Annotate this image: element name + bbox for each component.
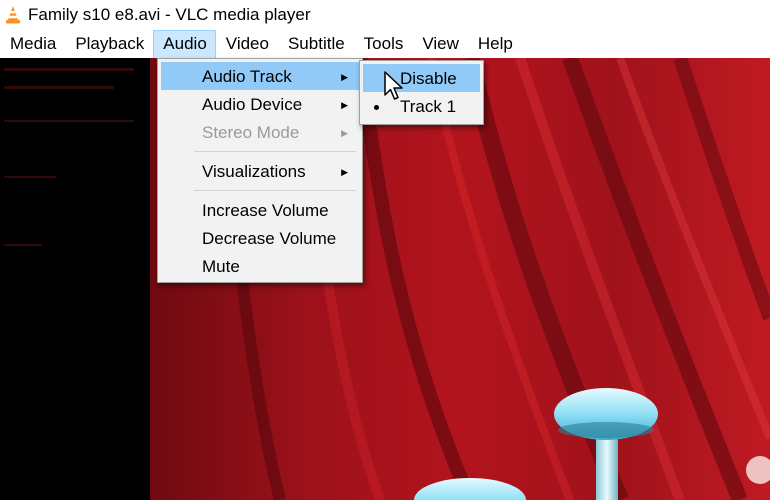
menu-item-mute[interactable]: Mute xyxy=(161,252,359,280)
vlc-cone-icon xyxy=(6,6,20,24)
menu-subtitle[interactable]: Subtitle xyxy=(278,30,354,59)
menu-item-label: Mute xyxy=(202,257,240,276)
menu-item-increase-volume[interactable]: Increase Volume xyxy=(161,196,359,224)
menu-item-label: Disable xyxy=(400,69,457,88)
window-title: Family s10 e8.avi - VLC media player xyxy=(28,5,311,24)
menu-item-decrease-volume[interactable]: Decrease Volume xyxy=(161,224,359,252)
menu-item-label: Stereo Mode xyxy=(202,123,300,142)
menu-bar: Media Playback Audio Video Subtitle Tool… xyxy=(0,29,770,59)
menu-help[interactable]: Help xyxy=(468,30,522,59)
menu-separator xyxy=(194,190,356,191)
menu-item-label: Track 1 xyxy=(400,97,457,116)
title-bar[interactable]: Family s10 e8.avi - VLC media player xyxy=(0,0,770,30)
radio-dot-icon xyxy=(374,105,379,110)
menu-item-disable[interactable]: Disable xyxy=(363,64,480,92)
menu-item-audio-device[interactable]: Audio Device ▶ xyxy=(161,90,359,118)
menu-item-label: Visualizations xyxy=(202,162,306,181)
menu-item-label: Audio Track xyxy=(202,67,292,86)
audio-track-submenu: Disable Track 1 xyxy=(359,60,484,125)
menu-separator xyxy=(194,151,356,152)
menu-video[interactable]: Video xyxy=(216,30,278,59)
menu-playback[interactable]: Playback xyxy=(65,30,153,59)
menu-item-visualizations[interactable]: Visualizations ▶ xyxy=(161,157,359,185)
menu-item-track-1[interactable]: Track 1 xyxy=(363,92,480,120)
menu-item-stereo-mode: Stereo Mode ▶ xyxy=(161,118,359,146)
menu-tools[interactable]: Tools xyxy=(354,30,413,59)
vlc-window: Family s10 e8.avi - VLC media player Med… xyxy=(0,0,770,500)
triangle-right-icon: ▶ xyxy=(341,167,348,177)
mouse-pointer-icon xyxy=(384,71,403,100)
menu-view[interactable]: View xyxy=(412,30,468,59)
menu-item-label: Increase Volume xyxy=(202,201,329,220)
menu-item-audio-track[interactable]: Audio Track ▶ xyxy=(161,62,359,90)
triangle-right-icon: ▶ xyxy=(341,72,348,82)
triangle-right-icon: ▶ xyxy=(341,128,348,138)
menu-media[interactable]: Media xyxy=(0,30,65,59)
triangle-right-icon: ▶ xyxy=(341,100,348,110)
audio-menu-dropdown: Audio Track ▶ Audio Device ▶ Stereo Mode… xyxy=(157,58,363,283)
menu-audio[interactable]: Audio xyxy=(153,29,216,59)
menu-item-label: Audio Device xyxy=(202,95,303,114)
menu-item-label: Decrease Volume xyxy=(202,229,337,248)
